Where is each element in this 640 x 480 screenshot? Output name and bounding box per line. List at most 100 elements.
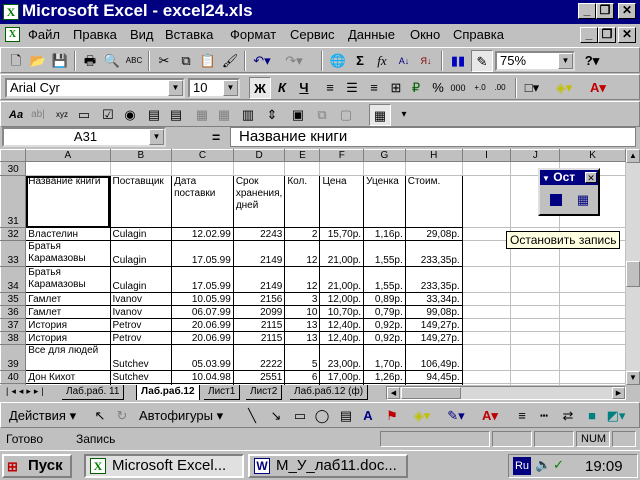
- row-header[interactable]: 35: [0, 292, 27, 306]
- row-header[interactable]: 39: [0, 344, 27, 371]
- cell[interactable]: [559, 266, 626, 293]
- fill-color-icon[interactable]: ◈▾: [553, 77, 575, 99]
- draw-font-color-icon[interactable]: A▾: [479, 405, 501, 427]
- stop-toolbar-close-icon[interactable]: ✕: [585, 172, 597, 183]
- data-cell[interactable]: 33,34р.: [404, 292, 463, 306]
- data-cell[interactable]: Petrov: [109, 318, 173, 332]
- cell[interactable]: [461, 240, 512, 267]
- col-header[interactable]: J: [510, 149, 561, 162]
- cell[interactable]: [510, 318, 561, 332]
- data-cell[interactable]: История: [25, 318, 111, 332]
- taskbar-word-button[interactable]: W М_У_лаб11.doc...: [248, 454, 408, 478]
- font-color-icon[interactable]: A▾: [587, 77, 609, 99]
- cell[interactable]: [510, 266, 561, 293]
- cell[interactable]: [559, 370, 626, 384]
- scroll-down-icon[interactable]: ▼: [626, 371, 640, 385]
- open-icon[interactable]: 📂: [27, 50, 49, 72]
- row-header[interactable]: 30: [0, 161, 27, 176]
- data-cell[interactable]: 0,79р.: [363, 305, 406, 319]
- data-cell[interactable]: 2243: [232, 227, 286, 241]
- dash-style-icon[interactable]: ┅: [533, 405, 555, 427]
- cell[interactable]: [559, 331, 626, 345]
- italic-button[interactable]: К: [271, 77, 293, 99]
- cell[interactable]: [461, 344, 512, 371]
- data-cell[interactable]: 12.02.99: [171, 227, 234, 241]
- clock[interactable]: 19:09: [585, 458, 623, 475]
- close-button[interactable]: ✕: [618, 3, 636, 19]
- doc-minimize-button[interactable]: _: [580, 27, 598, 43]
- data-cell[interactable]: Sutchev: [109, 370, 173, 384]
- button-tool-icon[interactable]: ▭: [73, 104, 95, 126]
- cell[interactable]: [559, 305, 626, 319]
- listbox-tool-icon[interactable]: ▤: [143, 104, 165, 126]
- align-left-icon[interactable]: ≡: [319, 77, 341, 99]
- align-center-icon[interactable]: ☰: [341, 77, 363, 99]
- col-header[interactable]: B: [109, 149, 173, 162]
- actions-menu[interactable]: Действия ▾: [9, 408, 76, 424]
- doc-close-button[interactable]: ✕: [618, 27, 636, 43]
- label-tool-icon[interactable]: Аа: [5, 104, 27, 126]
- drawing-icon[interactable]: ✎: [471, 50, 493, 72]
- dialog-run-icon[interactable]: ▢: [335, 104, 357, 126]
- name-box[interactable]: A31 ▼: [2, 127, 166, 147]
- new-icon[interactable]: 🗋: [5, 50, 27, 72]
- menu-edit[interactable]: Правка: [73, 27, 117, 42]
- data-cell[interactable]: 149,27р.: [404, 318, 463, 332]
- row-header[interactable]: 40: [0, 370, 27, 384]
- formula-input[interactable]: Название книги: [230, 127, 636, 147]
- control-properties-icon[interactable]: ▣: [287, 104, 309, 126]
- cell[interactable]: [109, 161, 173, 176]
- doc-restore-button[interactable]: ❐: [598, 27, 616, 43]
- data-cell[interactable]: Ivanov: [109, 305, 173, 319]
- wordart-icon[interactable]: A: [357, 405, 379, 427]
- start-button[interactable]: ⊞ Пуск: [2, 454, 72, 478]
- sheet-tab[interactable]: Лаб.раб. 11: [62, 385, 125, 400]
- cell[interactable]: [461, 266, 512, 293]
- data-cell[interactable]: История: [25, 331, 111, 345]
- row-header[interactable]: 32: [0, 227, 27, 241]
- data-cell[interactable]: 149,27р.: [404, 331, 463, 345]
- font-size-select[interactable]: 10 ▼: [188, 78, 240, 98]
- cell[interactable]: [363, 161, 406, 176]
- data-cell[interactable]: 0,92р.: [363, 331, 406, 345]
- data-cell[interactable]: 2: [284, 227, 321, 241]
- data-cell[interactable]: 17.05.99: [171, 240, 234, 267]
- cell[interactable]: [510, 344, 561, 371]
- data-cell[interactable]: 21,00р.: [319, 266, 365, 293]
- data-cell[interactable]: Братья Карамазовы: [25, 266, 111, 293]
- header-cell[interactable]: Дата поставки: [171, 175, 234, 228]
- merge-center-icon[interactable]: ⊞: [385, 77, 407, 99]
- data-cell[interactable]: 3: [284, 292, 321, 306]
- select-all-corner[interactable]: [0, 149, 27, 162]
- data-cell[interactable]: Culagin: [109, 227, 173, 241]
- col-header[interactable]: C: [171, 149, 234, 162]
- sheet-tab[interactable]: Лист1: [204, 385, 241, 400]
- copy-icon[interactable]: ⧉: [175, 50, 197, 72]
- textbox-icon[interactable]: ▤: [335, 405, 357, 427]
- decrease-decimal-icon[interactable]: .00: [489, 77, 511, 99]
- data-cell[interactable]: 1,55р.: [363, 266, 406, 293]
- select-objects-icon[interactable]: ↖: [89, 405, 111, 427]
- data-cell[interactable]: 2222: [232, 344, 286, 371]
- zoom-dropdown-icon[interactable]: ▼: [558, 53, 573, 69]
- data-cell[interactable]: 2149: [232, 240, 286, 267]
- col-header[interactable]: H: [404, 149, 463, 162]
- align-right-icon[interactable]: ≡: [363, 77, 385, 99]
- data-cell[interactable]: 1,26р.: [363, 370, 406, 384]
- thousands-button[interactable]: 000: [447, 77, 469, 99]
- toggle-grid-icon[interactable]: ▦: [369, 104, 391, 126]
- header-cell[interactable]: Поставщик: [109, 175, 173, 228]
- print-preview-icon[interactable]: 🔍: [101, 50, 123, 72]
- header-cell[interactable]: Цена: [319, 175, 365, 228]
- name-box-dropdown-icon[interactable]: ▼: [149, 129, 164, 145]
- cell[interactable]: [461, 175, 512, 228]
- paste-icon[interactable]: 📋: [197, 50, 219, 72]
- cell[interactable]: [461, 292, 512, 306]
- print-icon[interactable]: 🖶: [79, 50, 101, 72]
- data-cell[interactable]: 2115: [232, 318, 286, 332]
- 3d-icon[interactable]: ◩▾: [605, 405, 627, 427]
- col-header[interactable]: F: [319, 149, 365, 162]
- cell[interactable]: [510, 370, 561, 384]
- cell[interactable]: [404, 161, 463, 176]
- data-cell[interactable]: 21,00р.: [319, 240, 365, 267]
